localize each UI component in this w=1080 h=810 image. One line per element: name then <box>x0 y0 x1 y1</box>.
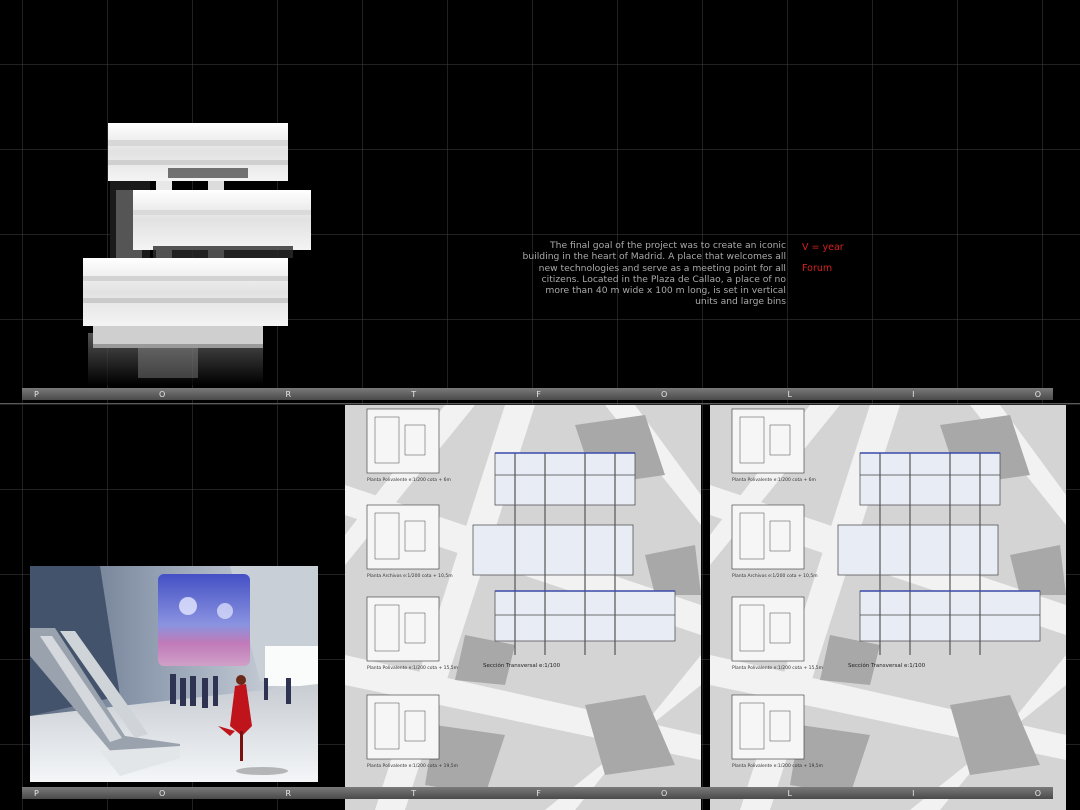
banner-letter: O <box>159 389 166 399</box>
interior-render <box>30 566 318 782</box>
banner-letter: I <box>912 389 915 399</box>
forum-tag: Forum <box>802 263 833 274</box>
plan-label: Planta Archivos e:1/200 cota + 10,5m <box>367 573 453 579</box>
plan-label: Planta Polivalente e:1/200 cota + 19,5m <box>732 763 823 769</box>
plan-label: Planta Polivalente e:1/200 cota + 6m <box>732 477 816 483</box>
plan-sheet-left: Planta Polivalente e:1/200 cota + 6m Pla… <box>345 405 701 810</box>
banner-letter: I <box>912 788 915 798</box>
section-label: Sección Transversal e:1/100 <box>848 662 926 669</box>
plan-label: Planta Polivalente e:1/200 cota + 6m <box>367 477 451 483</box>
banner-letter: R <box>285 788 292 798</box>
plan-sheet-right: Planta Polivalente e:1/200 cota + 6m Pla… <box>710 405 1066 810</box>
banner-letter: L <box>787 389 792 399</box>
banner-letter: F <box>536 788 541 798</box>
project-description: The final goal of the project was to cre… <box>522 240 786 308</box>
banner-letter: L <box>787 788 792 798</box>
banner-letter: O <box>661 389 668 399</box>
plan-label: Planta Polivalente e:1/200 cota + 19,5m <box>367 763 458 769</box>
banner-letter: T <box>411 788 417 798</box>
section-divider <box>0 403 1080 404</box>
banner-letter: O <box>159 788 166 798</box>
model-photo <box>83 123 311 385</box>
banner-letter: P <box>34 788 39 798</box>
banner-letter: O <box>661 788 668 798</box>
banner-letter: O <box>1034 788 1041 798</box>
year-label: V = year <box>802 242 844 253</box>
section-label: Sección Transversal e:1/100 <box>483 662 561 669</box>
banner-letter: F <box>536 389 541 399</box>
plan-label: Planta Archivos e:1/200 cota + 10,5m <box>732 573 818 579</box>
plan-label: Planta Polivalente e:1/200 cota + 15,5m <box>367 665 458 671</box>
banner-letter: R <box>285 389 292 399</box>
banner-letter: P <box>34 389 39 399</box>
banner-letter: T <box>411 389 417 399</box>
plan-label: Planta Polivalente e:1/200 cota + 15,5m <box>732 665 823 671</box>
portfolio-banner-top: P O R T F O L I O <box>22 388 1053 400</box>
banner-letter: O <box>1034 389 1041 399</box>
portfolio-banner-bottom: P O R T F O L I O <box>22 787 1053 799</box>
